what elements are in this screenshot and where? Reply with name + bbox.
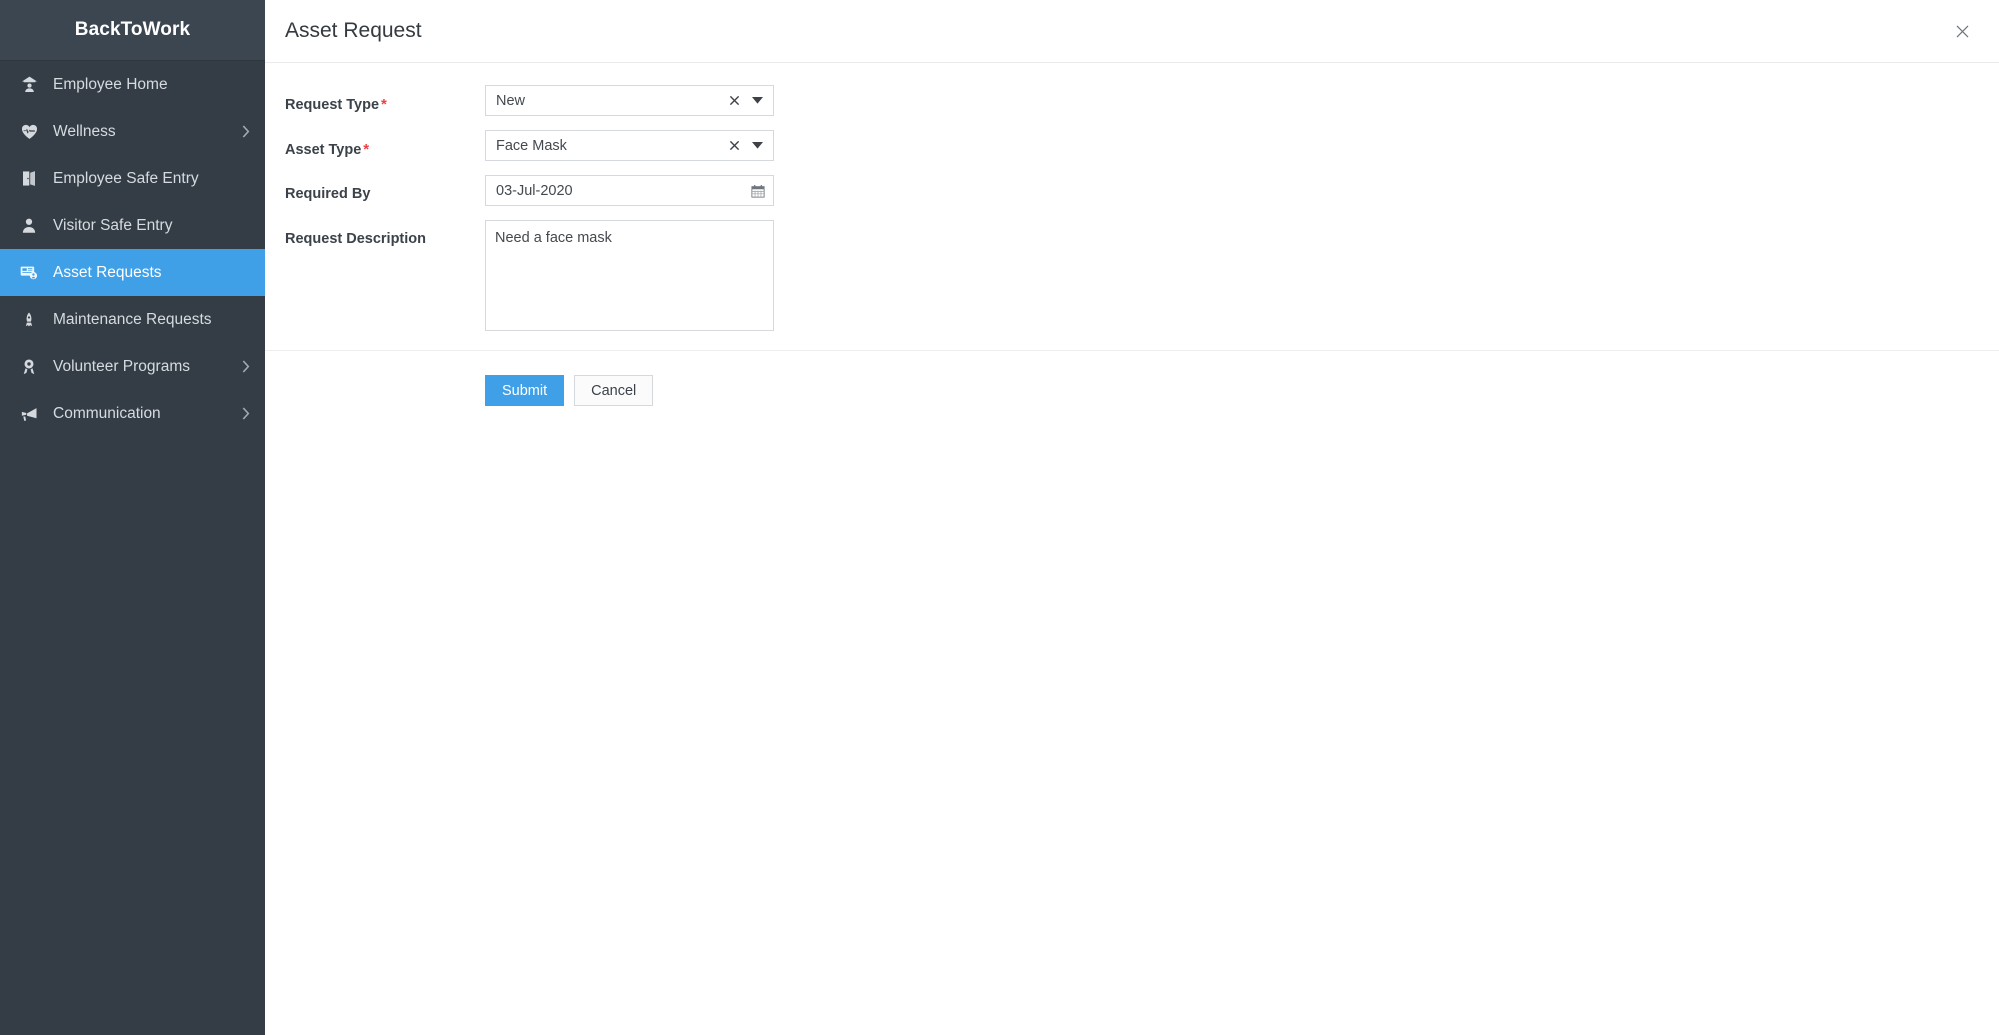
sidebar-nav: Employee Home Wellness Employee Safe Ent… (0, 61, 265, 1035)
sidebar-item-volunteer-programs[interactable]: Volunteer Programs (0, 343, 265, 390)
sidebar-item-employee-safe-entry[interactable]: Employee Safe Entry (0, 155, 265, 202)
request-description-textarea[interactable] (485, 220, 774, 331)
form-row-asset-type: Asset Type * Face Mask (265, 130, 1999, 161)
asset-type-select[interactable]: Face Mask (485, 130, 774, 161)
asset-type-value: Face Mask (496, 137, 567, 154)
sidebar-item-label: Asset Requests (53, 263, 162, 281)
label-asset-type: Asset Type * (285, 130, 485, 159)
close-icon[interactable] (1947, 16, 1977, 46)
megaphone-icon (18, 404, 40, 424)
main-panel: Asset Request Request Type * New Asset T… (265, 0, 1999, 1035)
award-medal-icon (18, 357, 40, 377)
label-request-description: Request Description (285, 220, 485, 248)
form-row-required-by: Required By 03-Jul-2020 (265, 175, 1999, 206)
sidebar-logo[interactable]: BackToWork (0, 0, 265, 61)
sidebar-item-communication[interactable]: Communication (0, 390, 265, 437)
label-text: Request Description (285, 231, 426, 247)
sidebar-item-wellness[interactable]: Wellness (0, 108, 265, 155)
chevron-right-icon[interactable] (241, 125, 251, 139)
sidebar-item-employee-home[interactable]: Employee Home (0, 61, 265, 108)
heart-pulse-icon (18, 122, 40, 142)
sidebar-item-label: Communication (53, 404, 161, 422)
sidebar-item-asset-requests[interactable]: Asset Requests (0, 249, 265, 296)
sidebar-item-label: Volunteer Programs (53, 357, 190, 375)
cancel-button[interactable]: Cancel (574, 375, 654, 406)
field-required-by: 03-Jul-2020 (485, 175, 774, 206)
form-row-request-type: Request Type * New (265, 85, 1999, 116)
form-actions: Submit Cancel (265, 351, 1999, 406)
sidebar-item-visitor-safe-entry[interactable]: Visitor Safe Entry (0, 202, 265, 249)
sidebar-item-label: Maintenance Requests (53, 310, 212, 328)
page-header: Asset Request (265, 0, 1999, 63)
asset-card-icon (18, 263, 40, 283)
app-brand-name: BackToWork (74, 19, 191, 40)
sidebar-item-label: Employee Safe Entry (53, 169, 199, 187)
label-text: Required By (285, 186, 371, 202)
clear-x-icon[interactable] (726, 138, 742, 154)
asset-request-form: Request Type * New Asset Type * Face Mas… (265, 63, 1999, 406)
page-title: Asset Request (285, 19, 422, 42)
calendar-icon[interactable] (750, 183, 765, 198)
door-icon (18, 169, 40, 189)
sidebar-item-maintenance-requests[interactable]: Maintenance Requests (0, 296, 265, 343)
required-by-date-input[interactable]: 03-Jul-2020 (485, 175, 774, 206)
clear-x-icon[interactable] (726, 93, 742, 109)
employee-home-icon (18, 75, 40, 95)
field-asset-type: Face Mask (485, 130, 774, 161)
request-type-select[interactable]: New (485, 85, 774, 116)
submit-button[interactable]: Submit (485, 375, 565, 406)
sidebar-item-label: Visitor Safe Entry (53, 216, 173, 234)
field-request-type: New (485, 85, 774, 116)
app-root: BackToWork Employee Home Wellness Employ… (0, 0, 1999, 1035)
label-text: Request Type (285, 97, 380, 113)
label-required-by: Required By (285, 175, 485, 203)
person-icon (18, 216, 40, 236)
sidebar-item-label: Employee Home (53, 75, 168, 93)
request-type-value: New (496, 92, 526, 109)
sidebar: BackToWork Employee Home Wellness Employ… (0, 0, 265, 1035)
required-marker: * (381, 96, 387, 113)
required-marker: * (363, 141, 370, 158)
chevron-right-icon[interactable] (241, 407, 251, 421)
label-request-type: Request Type * (285, 85, 485, 114)
label-text: Asset Type (285, 142, 362, 158)
chevron-right-icon[interactable] (241, 360, 251, 374)
maintenance-tool-icon (18, 310, 40, 330)
sidebar-item-label: Wellness (53, 122, 116, 140)
caret-down-icon[interactable] (751, 140, 763, 152)
required-by-value: 03-Jul-2020 (496, 182, 573, 199)
caret-down-icon[interactable] (751, 95, 763, 107)
form-row-request-description: Request Description (265, 220, 1999, 331)
field-request-description (485, 220, 774, 331)
